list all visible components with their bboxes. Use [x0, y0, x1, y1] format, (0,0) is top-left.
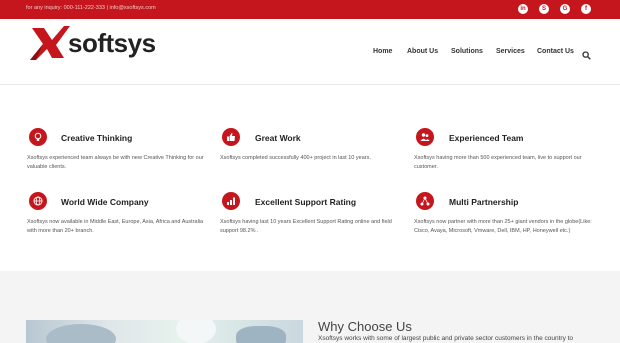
search-icon[interactable]	[582, 47, 591, 60]
feature-title: Great Work	[255, 133, 301, 143]
feature-title: Experienced Team	[449, 133, 524, 143]
site-header: softsys Home About Us Solutions Services…	[0, 19, 620, 85]
feature-title: Multi Partnership	[449, 197, 519, 207]
feature-desc: Xsoftsys experienced team always be with…	[27, 155, 204, 170]
feature-title: Creative Thinking	[61, 133, 133, 143]
nav-solutions[interactable]: Solutions	[451, 48, 483, 55]
why-choose-us-text: Xsoftsys works with some of largest publ…	[318, 335, 574, 342]
logo[interactable]: softsys	[30, 26, 180, 60]
nav-contact-us[interactable]: Contact Us	[537, 48, 574, 55]
nav-home[interactable]: Home	[373, 48, 392, 55]
feature-desc: Xsoftsys completed successfully 400+ pro…	[220, 155, 371, 161]
skype-icon[interactable]: S	[539, 4, 549, 14]
chart-icon	[222, 192, 240, 210]
feature-title: Excellent Support Rating	[255, 197, 357, 207]
why-choose-us-title: Why Choose Us	[318, 319, 412, 334]
facebook-icon[interactable]: f	[581, 4, 591, 14]
logo-text: softsys	[68, 28, 156, 58]
feature-title: World Wide Company	[61, 197, 149, 207]
features-section: Creative Thinking Xsoftsys experienced t…	[0, 85, 620, 271]
thumbs-up-icon	[222, 128, 240, 146]
contact-info: for any inquiry: 000-111-222-333 | info@…	[26, 5, 156, 11]
why-choose-us-section: Why Choose Us Xsoftsys works with some o…	[0, 271, 620, 343]
feature-desc: Xsoftsys having more than 500 experience…	[414, 155, 582, 170]
globe-icon	[29, 192, 47, 210]
linkedin-icon[interactable]: in	[518, 4, 528, 14]
network-icon	[416, 192, 434, 210]
feature-desc: Xsoftsys having last 10 years Excellent …	[220, 219, 392, 234]
logo-x-mark	[30, 26, 70, 60]
office-photo	[26, 320, 303, 343]
feature-desc: Xsoftsys now available in Middle East, E…	[27, 219, 204, 234]
users-icon	[416, 128, 434, 146]
nav-about-us[interactable]: About Us	[407, 48, 438, 55]
lightbulb-icon	[29, 128, 47, 146]
feature-desc: Xsoftsys now partner with more than 25+ …	[414, 219, 592, 234]
nav-services[interactable]: Services	[496, 48, 525, 55]
google-plus-icon[interactable]: G	[560, 4, 570, 14]
top-bar: for any inquiry: 000-111-222-333 | info@…	[0, 0, 620, 19]
